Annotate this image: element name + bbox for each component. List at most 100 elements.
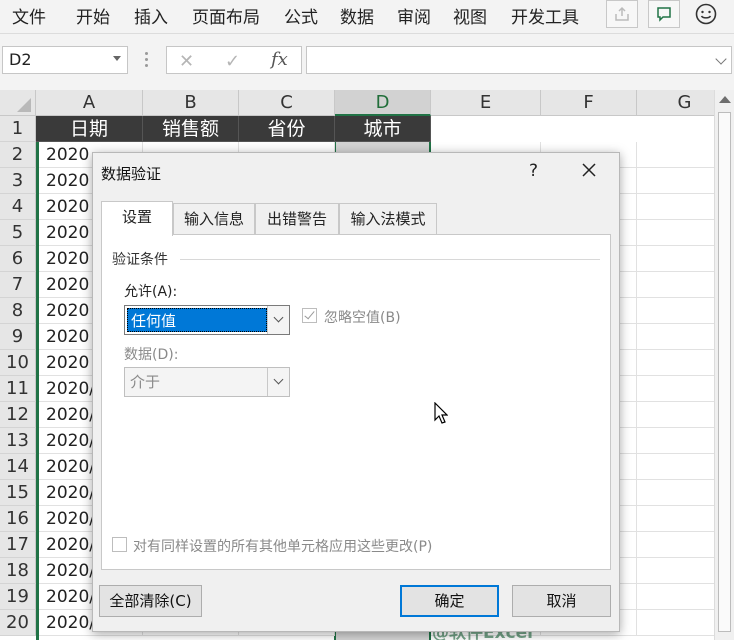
menu-review[interactable]: 审阅 (397, 3, 431, 28)
data-select-value: 介于 (130, 373, 161, 391)
select-all-corner[interactable] (0, 90, 36, 116)
grid-cell[interactable] (637, 350, 714, 376)
chevron-down-icon[interactable] (267, 368, 289, 396)
grid-cell[interactable] (637, 428, 714, 454)
comment-icon[interactable] (648, 0, 680, 28)
row-header-12[interactable]: 12 (0, 402, 36, 428)
name-box[interactable]: D2 (2, 46, 128, 74)
group-divider (180, 259, 600, 260)
grid-cell[interactable] (637, 506, 714, 532)
column-header-e[interactable]: E (431, 90, 541, 116)
grid-cell[interactable] (637, 610, 714, 636)
tab-input-message[interactable]: 输入信息 (173, 203, 255, 235)
menu-formulas[interactable]: 公式 (284, 3, 318, 28)
vertical-scrollbar[interactable] (714, 90, 734, 640)
row-header-17[interactable]: 17 (0, 532, 36, 558)
expand-formula-icon[interactable] (715, 53, 727, 65)
column-a-selection-border (36, 142, 39, 640)
cell-c1[interactable]: 省份 (239, 116, 335, 142)
grid-cell[interactable] (637, 246, 714, 272)
formula-input[interactable] (306, 46, 732, 74)
row-header-11[interactable]: 11 (0, 376, 36, 402)
scroll-up-icon[interactable] (719, 96, 731, 103)
dialog-title: 数据验证 (101, 165, 162, 183)
grid-cell[interactable] (637, 480, 714, 506)
menu-insert[interactable]: 插入 (134, 3, 168, 28)
column-header-b[interactable]: B (143, 90, 239, 116)
cancel-formula-icon[interactable]: ✕ (179, 51, 194, 72)
grid-cell[interactable] (637, 584, 714, 610)
tab-ime-mode[interactable]: 输入法模式 (339, 203, 437, 235)
ok-button[interactable]: 确定 (400, 585, 499, 617)
share-icon[interactable] (606, 0, 638, 28)
chevron-down-icon[interactable] (267, 306, 289, 334)
scroll-thumb[interactable] (718, 112, 731, 632)
row-header-2[interactable]: 2 (0, 142, 36, 168)
row-header-1[interactable]: 1 (0, 116, 36, 142)
cancel-button[interactable]: 取消 (512, 585, 611, 617)
column-header-a[interactable]: A (36, 90, 143, 116)
column-header-c[interactable]: C (239, 90, 335, 116)
row-header-10[interactable]: 10 (0, 350, 36, 376)
column-header-f[interactable]: F (541, 90, 637, 116)
row-header-16[interactable]: 16 (0, 506, 36, 532)
grid-cell[interactable] (637, 454, 714, 480)
row-header-4[interactable]: 4 (0, 194, 36, 220)
grid-cell[interactable] (637, 532, 714, 558)
chevron-down-icon[interactable] (113, 56, 121, 61)
grid-cell[interactable] (637, 220, 714, 246)
row-header-15[interactable]: 15 (0, 480, 36, 506)
row-header-18[interactable]: 18 (0, 558, 36, 584)
help-button[interactable]: ? (529, 161, 538, 181)
grid-cell[interactable] (637, 324, 714, 350)
menu-page-layout[interactable]: 页面布局 (192, 3, 260, 28)
allow-select-value: 任何值 (127, 308, 267, 332)
cell-d1[interactable]: 城市 (335, 116, 431, 142)
menu-home[interactable]: 开始 (76, 3, 110, 28)
row-header-3[interactable]: 3 (0, 168, 36, 194)
menu-view[interactable]: 视图 (453, 3, 487, 28)
grid-cell[interactable] (637, 298, 714, 324)
column-header-g[interactable]: G (637, 90, 714, 116)
allow-select[interactable]: 任何值 (124, 305, 290, 335)
apply-all-checkbox[interactable] (112, 537, 127, 552)
drag-handle-icon[interactable] (145, 52, 149, 68)
tab-settings[interactable]: 设置 (101, 201, 173, 236)
confirm-formula-icon[interactable]: ✓ (225, 51, 240, 72)
row-header-6[interactable]: 6 (0, 246, 36, 272)
clear-all-button[interactable]: 全部清除(C) (99, 585, 202, 617)
validation-criteria-title: 验证条件 (112, 252, 168, 268)
grid-cell[interactable] (637, 402, 714, 428)
allow-label: 允许(A): (124, 284, 178, 300)
smiley-icon[interactable] (694, 2, 718, 26)
row-header-14[interactable]: 14 (0, 454, 36, 480)
settings-panel: 验证条件 允许(A): 任何值 忽略空值(B) 数据(D): 介于 对有同样设置… (101, 234, 611, 570)
data-select[interactable]: 介于 (124, 367, 290, 397)
grid-cell[interactable] (637, 142, 714, 168)
column-header-d[interactable]: D (335, 90, 431, 116)
mouse-cursor-icon (434, 401, 449, 424)
row-header-5[interactable]: 5 (0, 220, 36, 246)
menu-file[interactable]: 文件 (12, 3, 46, 28)
row-header-8[interactable]: 8 (0, 298, 36, 324)
cell-a1[interactable]: 日期 (36, 116, 143, 142)
grid-cell[interactable] (637, 558, 714, 584)
menu-developer[interactable]: 开发工具 (511, 3, 579, 28)
grid-cell[interactable] (637, 376, 714, 402)
data-validation-dialog: 数据验证 ? 设置 输入信息 出错警告 输入法模式 验证条件 允许(A): 任何… (92, 152, 620, 632)
ignore-blank-checkbox[interactable] (302, 308, 317, 323)
grid-cell[interactable] (637, 168, 714, 194)
grid-cell[interactable] (637, 194, 714, 220)
row-header-20[interactable]: 20 (0, 610, 36, 636)
row-header-9[interactable]: 9 (0, 324, 36, 350)
insert-function-icon[interactable]: fx (271, 49, 288, 70)
row-header-7[interactable]: 7 (0, 272, 36, 298)
tab-error-alert[interactable]: 出错警告 (255, 203, 339, 235)
row-header-13[interactable]: 13 (0, 428, 36, 454)
ribbon-menu-bar: 文件 开始 插入 页面布局 公式 数据 审阅 视图 开发工具 (0, 0, 734, 34)
close-icon[interactable] (580, 161, 598, 179)
menu-data[interactable]: 数据 (340, 3, 374, 28)
grid-cell[interactable] (637, 272, 714, 298)
cell-b1[interactable]: 销售额 (143, 116, 239, 142)
row-header-19[interactable]: 19 (0, 584, 36, 610)
